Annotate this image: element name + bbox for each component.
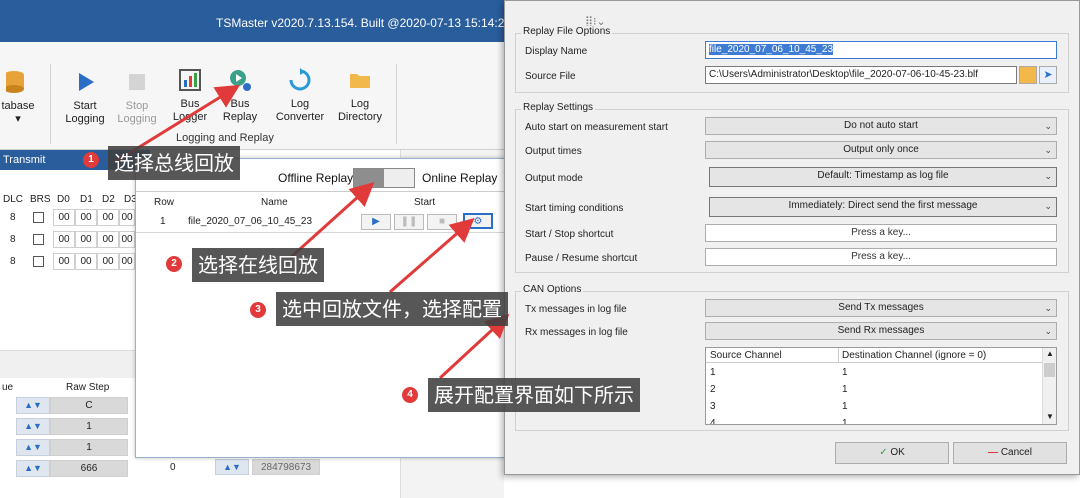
- arrow-3: [389, 218, 475, 294]
- annotation-4: 展开配置界面如下所示: [428, 378, 640, 412]
- annotation-3: 选中回放文件，选择配置: [276, 292, 508, 326]
- step-badge-4: 4: [402, 387, 418, 403]
- step-badge-3: 3: [250, 302, 266, 318]
- step-badge-2: 2: [166, 256, 182, 272]
- annotation-2: 选择在线回放: [192, 248, 324, 282]
- annotation-1: 选择总线回放: [108, 146, 240, 180]
- annotation-arrows: [114, 84, 510, 380]
- step-badge-1: 1: [83, 152, 99, 168]
- arrow-4: [438, 313, 510, 380]
